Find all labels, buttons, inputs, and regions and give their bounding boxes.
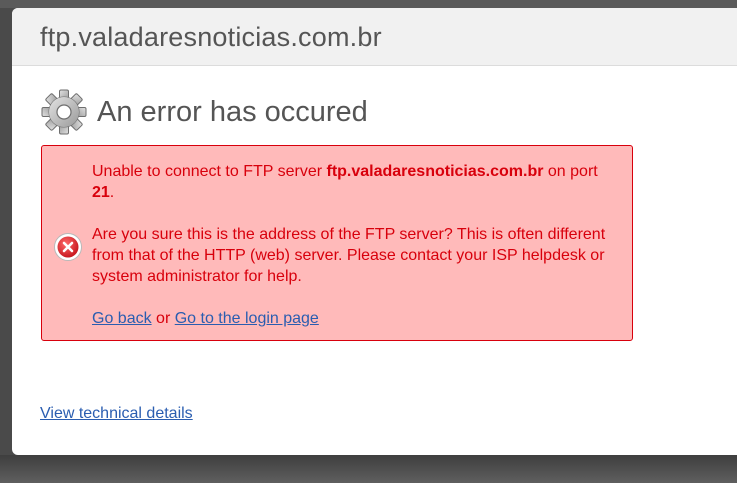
connect-error-line: Unable to connect to FTP server ftp.vala… — [92, 161, 622, 203]
go-back-link[interactable]: Go back — [92, 310, 152, 327]
host-title: ftp.valadaresnoticias.com.br — [40, 22, 382, 52]
background-top — [0, 0, 737, 8]
error-x-icon — [54, 233, 82, 261]
background-bottom — [0, 455, 737, 483]
server-name: ftp.valadaresnoticias.com.br — [326, 163, 544, 180]
error-links: Go back or Go to the login page — [92, 308, 622, 329]
login-page-link[interactable]: Go to the login page — [175, 310, 319, 327]
error-heading: An error has occured — [40, 88, 368, 136]
help-text: Are you sure this is the address of the … — [92, 226, 606, 285]
port-number: 21 — [92, 184, 110, 201]
gear-icon — [41, 89, 87, 135]
connect-error-mid: on port — [543, 163, 598, 180]
panel-header: ftp.valadaresnoticias.com.br — [12, 8, 737, 66]
error-text: Unable to connect to FTP server ftp.vala… — [92, 161, 622, 329]
error-message-box: Unable to connect to FTP server ftp.vala… — [41, 145, 633, 341]
or-text: or — [151, 310, 175, 327]
connect-error-prefix: Unable to connect to FTP server — [92, 163, 327, 180]
view-technical-details-link[interactable]: View technical details — [40, 405, 193, 423]
connect-error-suffix: . — [109, 184, 115, 201]
error-title: An error has occured — [97, 95, 368, 128]
error-panel: ftp.valadaresnoticias.com.br An error ha… — [12, 8, 737, 455]
